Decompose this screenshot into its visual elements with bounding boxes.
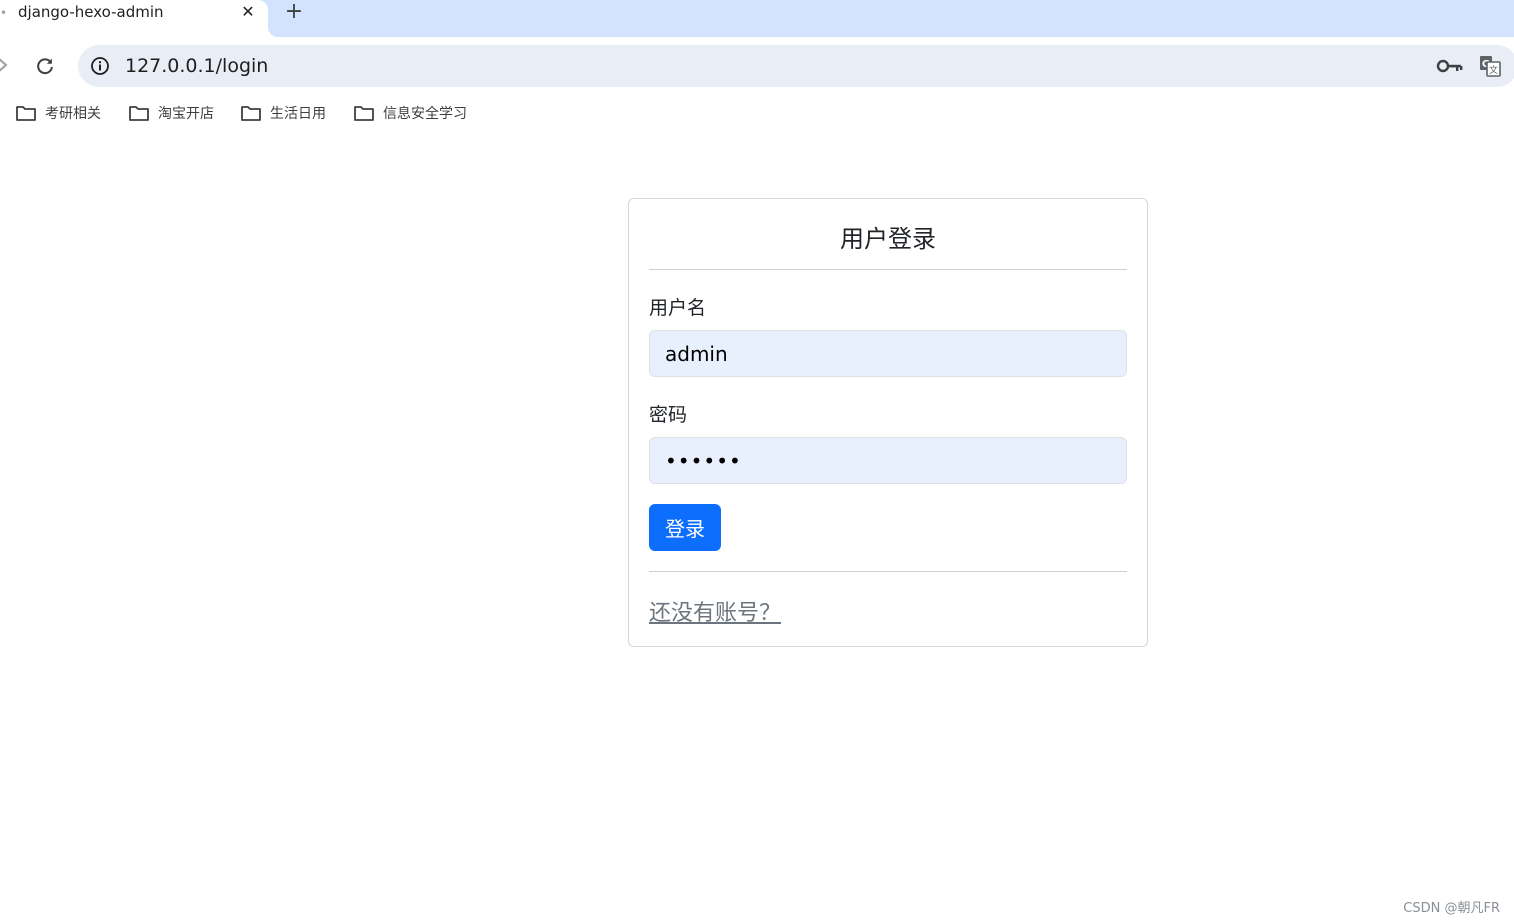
bookmark-label: 淘宝开店	[158, 106, 214, 122]
title-divider	[649, 269, 1127, 270]
folder-icon	[354, 106, 374, 121]
bookmark-label: 考研相关	[45, 106, 101, 122]
tab-curve-decoration	[268, 27, 278, 37]
bookmark-folder-taobao[interactable]: 淘宝开店	[128, 95, 214, 131]
bookmarks-bar: 考研相关 淘宝开店 生活日用 信息安全学习	[0, 95, 1514, 131]
password-label: 密码	[649, 404, 688, 426]
translate-icon[interactable]: G 文	[1478, 54, 1502, 78]
forward-arrow-icon[interactable]	[0, 55, 10, 75]
password-input[interactable]	[649, 437, 1127, 484]
login-button[interactable]: 登录	[649, 504, 721, 551]
tab-close-icon[interactable]: ✕	[238, 2, 258, 22]
svg-text:文: 文	[1489, 64, 1498, 76]
username-label: 用户名	[649, 297, 707, 319]
url-text[interactable]: 127.0.0.1/login	[125, 55, 268, 77]
folder-icon	[129, 106, 149, 121]
bookmark-folder-shenghuo[interactable]: 生活日用	[240, 95, 326, 131]
tab-strip: • django-hexo-admin ✕ +	[0, 0, 1514, 37]
footer-divider	[649, 571, 1127, 572]
new-tab-button[interactable]: +	[282, 1, 306, 25]
reload-icon[interactable]	[34, 55, 56, 77]
username-input[interactable]	[649, 330, 1127, 377]
register-link[interactable]: 还没有账号？	[649, 595, 781, 627]
folder-icon	[16, 106, 36, 121]
folder-icon	[241, 106, 261, 121]
browser-tab-active[interactable]: • django-hexo-admin ✕	[0, 0, 268, 37]
info-icon[interactable]	[90, 56, 110, 76]
address-bar[interactable]: 127.0.0.1/login G 文	[78, 45, 1514, 87]
watermark-text: CSDN @朝凡FR	[1403, 901, 1500, 916]
tab-edge-arrow-icon: •	[0, 6, 8, 20]
bookmark-label: 信息安全学习	[383, 106, 467, 122]
login-card: 用户登录 用户名 密码 登录 还没有账号？	[628, 198, 1148, 647]
tab-title: django-hexo-admin	[18, 3, 164, 21]
page-title: 用户登录	[840, 225, 936, 253]
bookmark-label: 生活日用	[270, 106, 326, 122]
browser-toolbar: 127.0.0.1/login G 文	[0, 37, 1514, 95]
key-icon[interactable]	[1436, 56, 1464, 76]
bookmark-folder-xinxianquan[interactable]: 信息安全学习	[353, 95, 467, 131]
bookmark-folder-kaoyan[interactable]: 考研相关	[15, 95, 101, 131]
